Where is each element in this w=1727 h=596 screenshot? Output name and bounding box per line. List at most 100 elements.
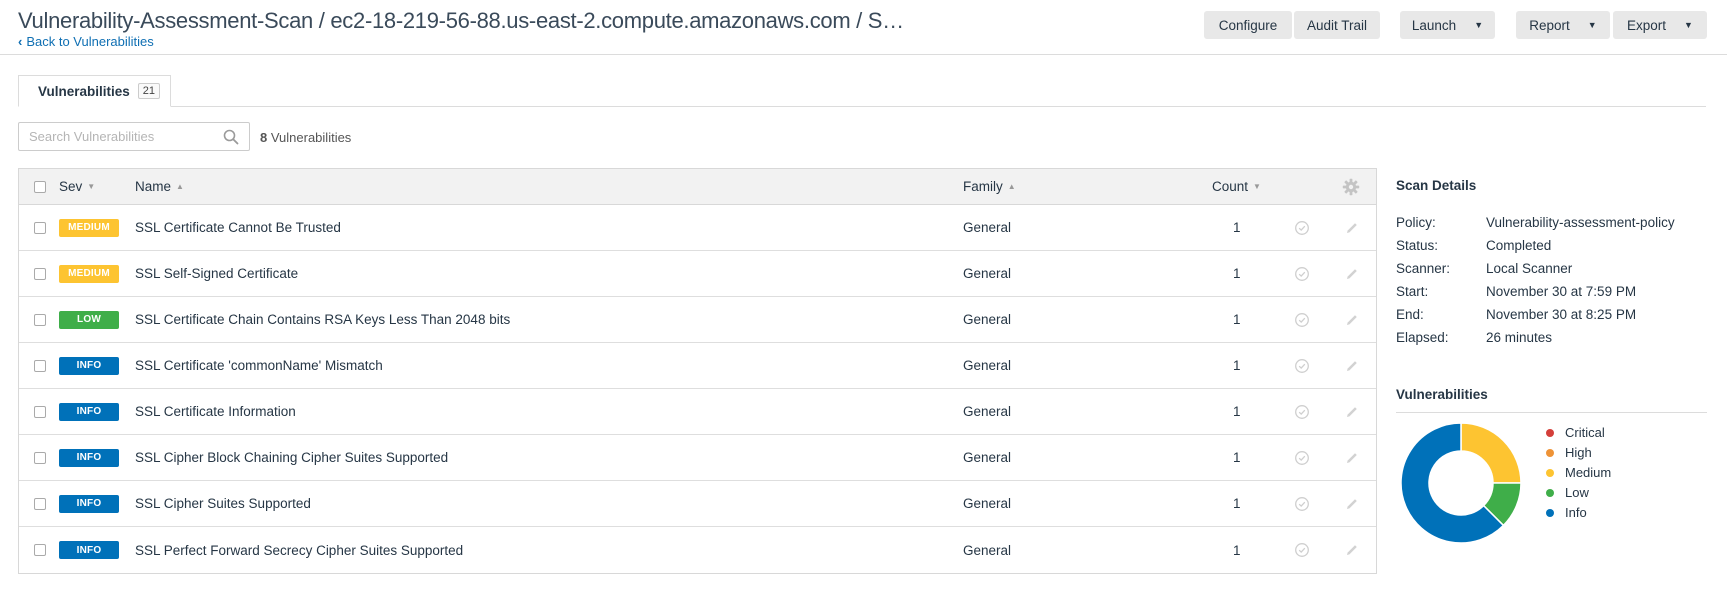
severity-cell: INFO (59, 527, 119, 573)
search-input[interactable] (19, 123, 219, 150)
tab-bar-divider (18, 106, 1706, 107)
legend-swatch (1546, 468, 1554, 477)
table-row[interactable]: INFO SSL Certificate 'commonName' Mismat… (19, 343, 1376, 389)
vulnerability-family: General (963, 220, 1012, 235)
row-actions-check (1294, 251, 1310, 296)
search-box (18, 122, 250, 151)
select-all-checkbox[interactable] (34, 180, 46, 193)
scan-detail-value: Completed (1486, 238, 1552, 253)
chevron-left-icon: ‹ (18, 34, 23, 49)
audit-trail-button[interactable]: Audit Trail (1294, 11, 1380, 39)
row-checkbox-cell (34, 251, 46, 296)
row-checkbox-cell (34, 205, 46, 250)
launch-label: Launch (1411, 17, 1457, 33)
row-actions-check (1294, 481, 1310, 526)
column-header-count[interactable]: Count ▼ (1212, 169, 1261, 204)
severity-cell: INFO (59, 343, 119, 388)
vulnerability-count: 1 (1233, 312, 1241, 327)
row-checkbox[interactable] (34, 267, 46, 280)
scan-detail-label: Elapsed: (1396, 330, 1449, 345)
row-checkbox[interactable] (34, 544, 46, 556)
scan-detail-label: Scanner: (1396, 261, 1451, 276)
table-row[interactable]: MEDIUM SSL Self-Signed Certificate Gener… (19, 251, 1376, 297)
row-checkbox[interactable] (34, 405, 46, 418)
pencil-icon[interactable] (1344, 266, 1360, 282)
report-label: Report (1529, 17, 1570, 33)
row-actions-edit (1344, 389, 1360, 434)
check-circle-icon[interactable] (1294, 312, 1310, 328)
legend-item-high: High (1546, 445, 1592, 460)
pencil-icon[interactable] (1344, 220, 1360, 236)
row-actions-check (1294, 205, 1310, 250)
row-checkbox[interactable] (34, 497, 46, 510)
table-row[interactable]: INFO SSL Perfect Forward Secrecy Cipher … (19, 527, 1376, 573)
vulnerability-name: SSL Certificate Chain Contains RSA Keys … (135, 312, 511, 327)
gear-icon[interactable] (1342, 178, 1360, 196)
vulnerability-count: 1 (1233, 450, 1241, 465)
table-row[interactable]: INFO SSL Cipher Suites Supported General… (19, 481, 1376, 527)
row-checkbox-cell (34, 527, 46, 573)
pencil-icon[interactable] (1344, 542, 1360, 558)
column-settings (1342, 169, 1360, 204)
scan-detail-label: Policy: (1396, 215, 1436, 230)
legend-swatch (1546, 448, 1554, 457)
search-icon[interactable] (223, 129, 239, 145)
pencil-icon[interactable] (1344, 496, 1360, 512)
row-checkbox-cell (34, 481, 46, 526)
row-checkbox[interactable] (34, 221, 46, 234)
check-circle-icon[interactable] (1294, 220, 1310, 236)
legend-label: Medium (1565, 465, 1612, 480)
legend-swatch (1546, 488, 1554, 497)
row-checkbox[interactable] (34, 451, 46, 464)
table-row[interactable]: INFO SSL Certificate Information General… (19, 389, 1376, 435)
result-count-label: Vulnerabilities (270, 130, 352, 145)
row-actions-edit (1344, 343, 1360, 388)
pencil-icon[interactable] (1344, 312, 1360, 328)
scan-details-title: Scan Details (1396, 178, 1477, 193)
column-header-name[interactable]: Name ▲ (135, 169, 184, 204)
export-button[interactable]: Export ▼ (1613, 11, 1707, 39)
vulnerabilities-donut-chart (1400, 422, 1522, 544)
column-header-family[interactable]: Family ▲ (963, 169, 1016, 204)
row-checkbox[interactable] (34, 359, 46, 372)
table-row[interactable]: MEDIUM SSL Certificate Cannot Be Trusted… (19, 205, 1376, 251)
check-circle-icon[interactable] (1294, 358, 1310, 374)
tab-vulnerabilities[interactable]: Vulnerabilities 21 (18, 75, 171, 107)
back-link-label: Back to Vulnerabilities (26, 34, 154, 49)
row-checkbox-cell (34, 389, 46, 434)
check-circle-icon[interactable] (1294, 404, 1310, 420)
table-row[interactable]: LOW SSL Certificate Chain Contains RSA K… (19, 297, 1376, 343)
pencil-icon[interactable] (1344, 404, 1360, 420)
vulnerability-name: SSL Perfect Forward Secrecy Cipher Suite… (135, 542, 464, 558)
pencil-icon[interactable] (1344, 450, 1360, 466)
legend-item-info: Info (1546, 505, 1587, 520)
configure-button[interactable]: Configure (1204, 11, 1292, 39)
launch-button[interactable]: Launch ▼ (1400, 11, 1495, 39)
check-circle-icon[interactable] (1294, 450, 1310, 466)
back-link[interactable]: ‹ Back to Vulnerabilities (18, 34, 154, 49)
severity-badge: INFO (59, 448, 119, 467)
vulnerability-family: General (963, 266, 1012, 281)
caret-down-icon: ▼ (1587, 20, 1597, 30)
report-button[interactable]: Report ▼ (1516, 11, 1610, 39)
check-circle-icon[interactable] (1294, 542, 1310, 558)
table-row[interactable]: INFO SSL Cipher Block Chaining Cipher Su… (19, 435, 1376, 481)
row-checkbox[interactable] (34, 313, 46, 326)
vulnerabilities-panel-title: Vulnerabilities (1396, 387, 1488, 402)
audit-trail-label: Audit Trail (1306, 17, 1368, 33)
column-header-sev[interactable]: Sev ▼ (59, 169, 95, 204)
check-circle-icon[interactable] (1294, 266, 1310, 282)
legend-item-low: Low (1546, 485, 1589, 500)
row-actions-edit (1344, 205, 1360, 250)
scan-detail-value: Vulnerability-assessment-policy (1486, 215, 1675, 230)
column-family-label: Family (963, 179, 1003, 194)
donut-slice-medium[interactable] (1460, 422, 1522, 484)
severity-cell: INFO (59, 435, 119, 480)
scan-detail-label: Start: (1396, 284, 1429, 299)
check-circle-icon[interactable] (1294, 496, 1310, 512)
row-actions-edit (1344, 297, 1360, 342)
vulnerability-count: 1 (1233, 404, 1241, 419)
table-body: MEDIUM SSL Certificate Cannot Be Trusted… (19, 205, 1376, 573)
pencil-icon[interactable] (1344, 358, 1360, 374)
scan-detail-label: Status: (1396, 238, 1439, 253)
